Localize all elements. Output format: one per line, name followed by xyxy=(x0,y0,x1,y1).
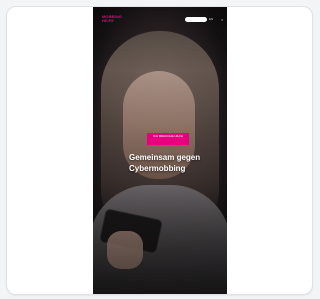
photo-vignette xyxy=(93,7,227,294)
header-cta-button[interactable] xyxy=(185,17,207,22)
preview-card: MOBBING HILFE EN × ICH BRAUCHE HILFE Gem… xyxy=(6,6,313,295)
help-badge[interactable]: ICH BRAUCHE HILFE xyxy=(147,133,189,145)
language-switch[interactable]: EN xyxy=(209,17,219,22)
close-icon[interactable]: × xyxy=(221,17,225,22)
headline-line-2: Cybermobbing xyxy=(129,164,186,173)
top-bar: MOBBING HILFE EN × xyxy=(93,7,227,29)
brand-logo[interactable]: MOBBING HILFE xyxy=(102,15,124,23)
hero-headline: Gemeinsam gegen Cybermobbing xyxy=(129,152,227,174)
mobile-screenshot: MOBBING HILFE EN × ICH BRAUCHE HILFE Gem… xyxy=(93,7,227,294)
headline-line-1: Gemeinsam gegen xyxy=(129,153,201,162)
